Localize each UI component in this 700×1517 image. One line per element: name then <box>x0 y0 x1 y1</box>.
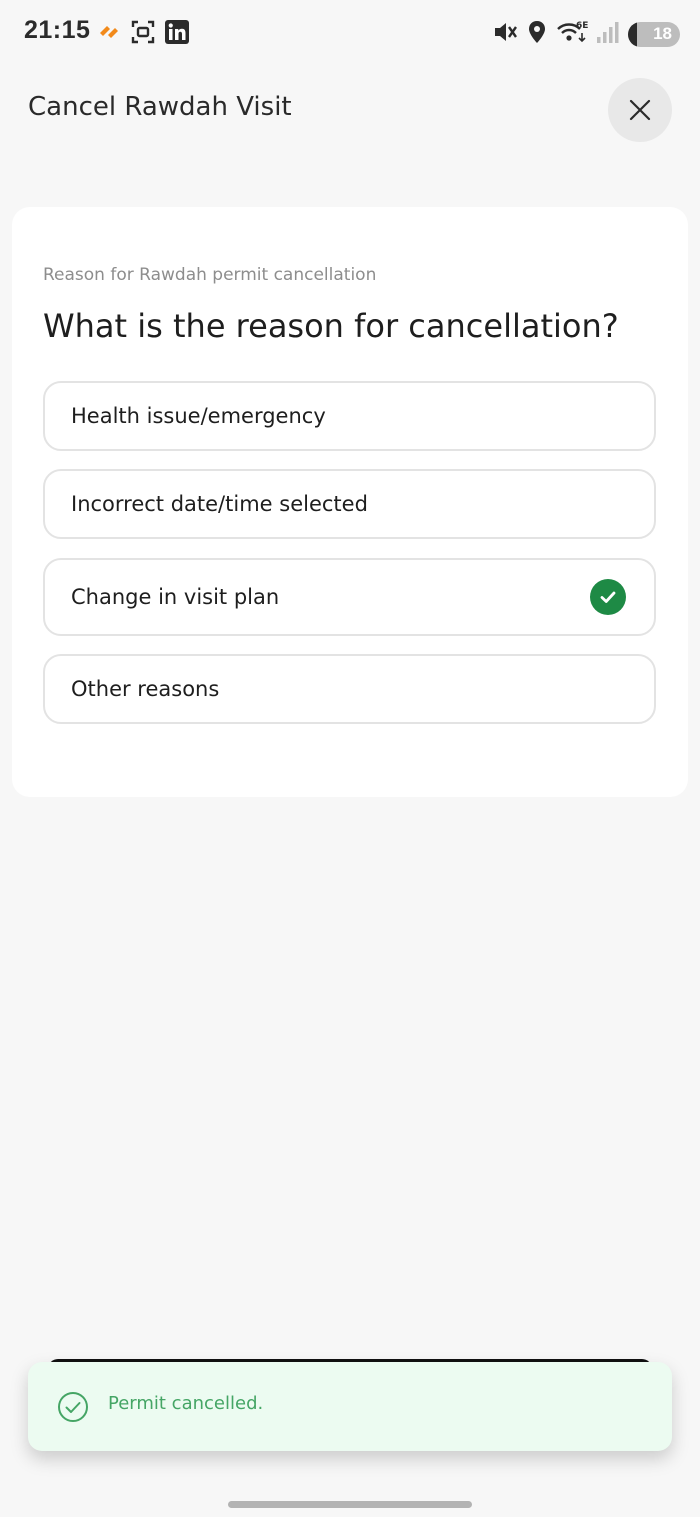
check-circle-icon <box>590 579 626 615</box>
option-label: Health issue/emergency <box>71 404 326 428</box>
page-title: Cancel Rawdah Visit <box>28 92 292 122</box>
location-icon <box>526 19 548 49</box>
battery-fill <box>628 21 637 47</box>
status-right-icons: 6E 18 <box>492 19 680 49</box>
status-bar: 21:15 6E 18 <box>0 0 700 66</box>
wifi-6e-icon: 6E <box>556 19 588 49</box>
status-left-icons <box>96 19 190 49</box>
toast-notification: Permit cancelled. <box>28 1362 672 1451</box>
check-circle-outline-icon <box>58 1392 88 1422</box>
linkedin-icon <box>164 19 190 49</box>
close-button[interactable] <box>608 78 672 142</box>
cancellation-reason-card: Reason for Rawdah permit cancellation Wh… <box>12 207 688 797</box>
card-question: What is the reason for cancellation? <box>43 307 619 345</box>
mute-vibrate-icon <box>492 19 518 49</box>
scan-icon <box>130 19 156 49</box>
battery-icon: 18 <box>628 21 680 47</box>
option-label: Other reasons <box>71 677 220 701</box>
option-health-issue[interactable]: Health issue/emergency <box>43 381 656 451</box>
signal-icon <box>596 19 620 49</box>
option-label: Incorrect date/time selected <box>71 492 368 516</box>
option-change-in-visit-plan[interactable]: Change in visit plan <box>43 558 656 636</box>
option-incorrect-date[interactable]: Incorrect date/time selected <box>43 469 656 539</box>
svg-text:6E: 6E <box>576 21 588 31</box>
toast-message: Permit cancelled. <box>108 1393 264 1414</box>
status-time: 21:15 <box>24 16 91 44</box>
option-label: Change in visit plan <box>71 585 280 609</box>
battery-level: 18 <box>653 24 672 43</box>
home-indicator[interactable] <box>228 1501 472 1508</box>
close-icon <box>629 99 651 121</box>
card-subtitle: Reason for Rawdah permit cancellation <box>43 265 377 285</box>
option-other-reasons[interactable]: Other reasons <box>43 654 656 724</box>
tray-app-icon <box>96 19 122 49</box>
